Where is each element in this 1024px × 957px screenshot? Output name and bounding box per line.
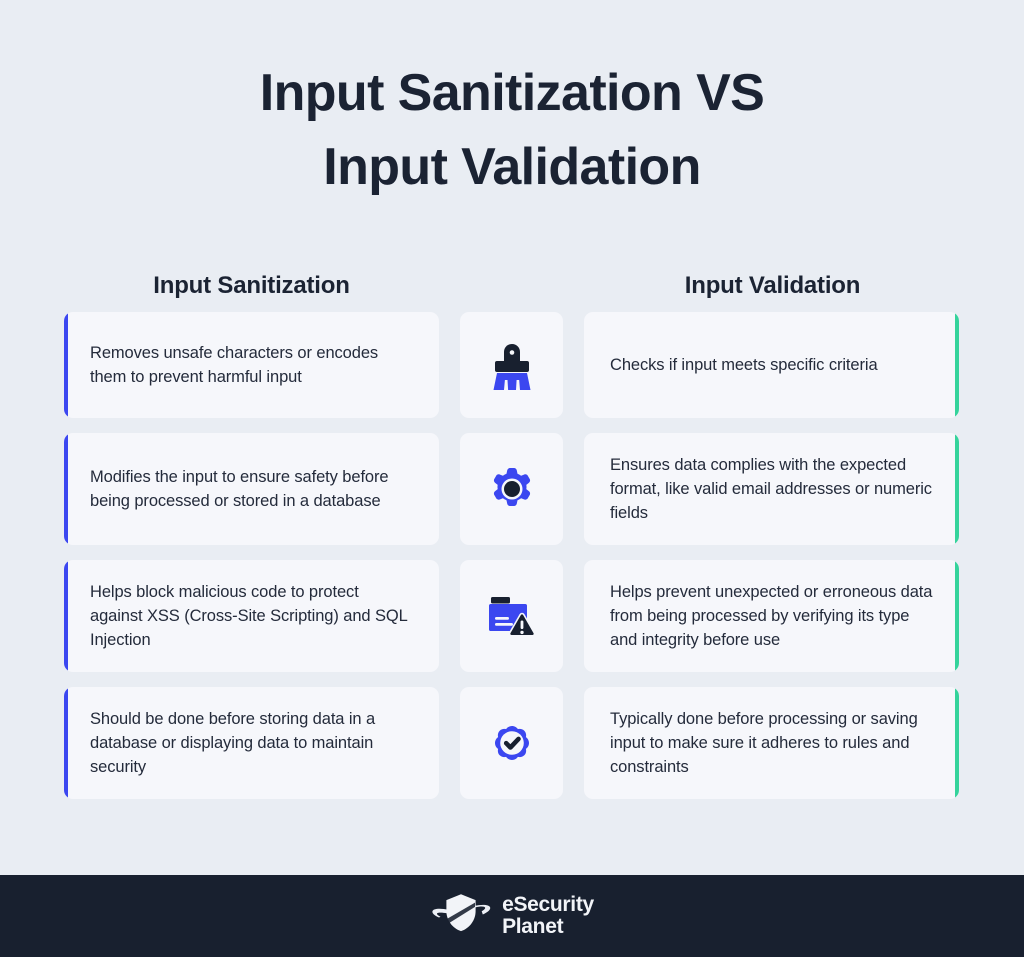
brand-logo: eSecurity Planet — [430, 891, 594, 942]
sanitization-card-text: Modifies the input to ensure safety befo… — [90, 468, 389, 510]
brush-icon — [460, 312, 563, 418]
brand-line-2: Planet — [502, 915, 564, 938]
column-headers: Input Sanitization Input Validation — [0, 272, 1024, 306]
comparison-row: Should be done before storing data in a … — [64, 687, 960, 799]
comparison-row: Removes unsafe characters or encodes the… — [64, 312, 960, 418]
footer-bar: eSecurity Planet — [0, 875, 1024, 957]
sanitization-card: Should be done before storing data in a … — [64, 687, 439, 799]
validation-card-text: Ensures data complies with the expected … — [610, 456, 932, 522]
sanitization-card: Removes unsafe characters or encodes the… — [64, 312, 439, 418]
shield-planet-logo-icon — [430, 891, 492, 942]
infographic-page: Input Sanitization VS Input Validation I… — [0, 0, 1024, 957]
validation-card: Ensures data complies with the expected … — [584, 433, 959, 545]
page-title: Input Sanitization VS Input Validation — [0, 56, 1024, 204]
folder-warning-icon — [460, 560, 563, 672]
validation-card: Typically done before processing or savi… — [584, 687, 959, 799]
sanitization-card: Modifies the input to ensure safety befo… — [64, 433, 439, 545]
comparison-grid: Removes unsafe characters or encodes the… — [64, 312, 960, 799]
sanitization-card-text: Removes unsafe characters or encodes the… — [90, 344, 379, 386]
comparison-row: Helps block malicious code to protect ag… — [64, 560, 960, 672]
validation-card-text: Checks if input meets specific criteria — [610, 356, 878, 374]
sanitization-card-text: Should be done before storing data in a … — [90, 710, 376, 776]
gear-icon — [460, 433, 563, 545]
verified-check-icon — [460, 687, 563, 799]
column-header-left: Input Sanitization — [153, 272, 350, 299]
comparison-row: Modifies the input to ensure safety befo… — [64, 433, 960, 545]
title-line-2: Input Validation — [323, 138, 701, 196]
validation-card-text: Helps prevent unexpected or erroneous da… — [610, 583, 933, 649]
validation-card: Checks if input meets specific criteria — [584, 312, 959, 418]
column-header-right: Input Validation — [684, 272, 861, 299]
validation-card-text: Typically done before processing or savi… — [610, 710, 918, 776]
validation-card: Helps prevent unexpected or erroneous da… — [584, 560, 959, 672]
title-line-1: Input Sanitization VS — [259, 64, 765, 122]
brand-line-1: eSecurity — [502, 893, 594, 916]
sanitization-card-text: Helps block malicious code to protect ag… — [90, 583, 408, 649]
sanitization-card: Helps block malicious code to protect ag… — [64, 560, 439, 672]
brand-name: eSecurity Planet — [502, 894, 594, 938]
